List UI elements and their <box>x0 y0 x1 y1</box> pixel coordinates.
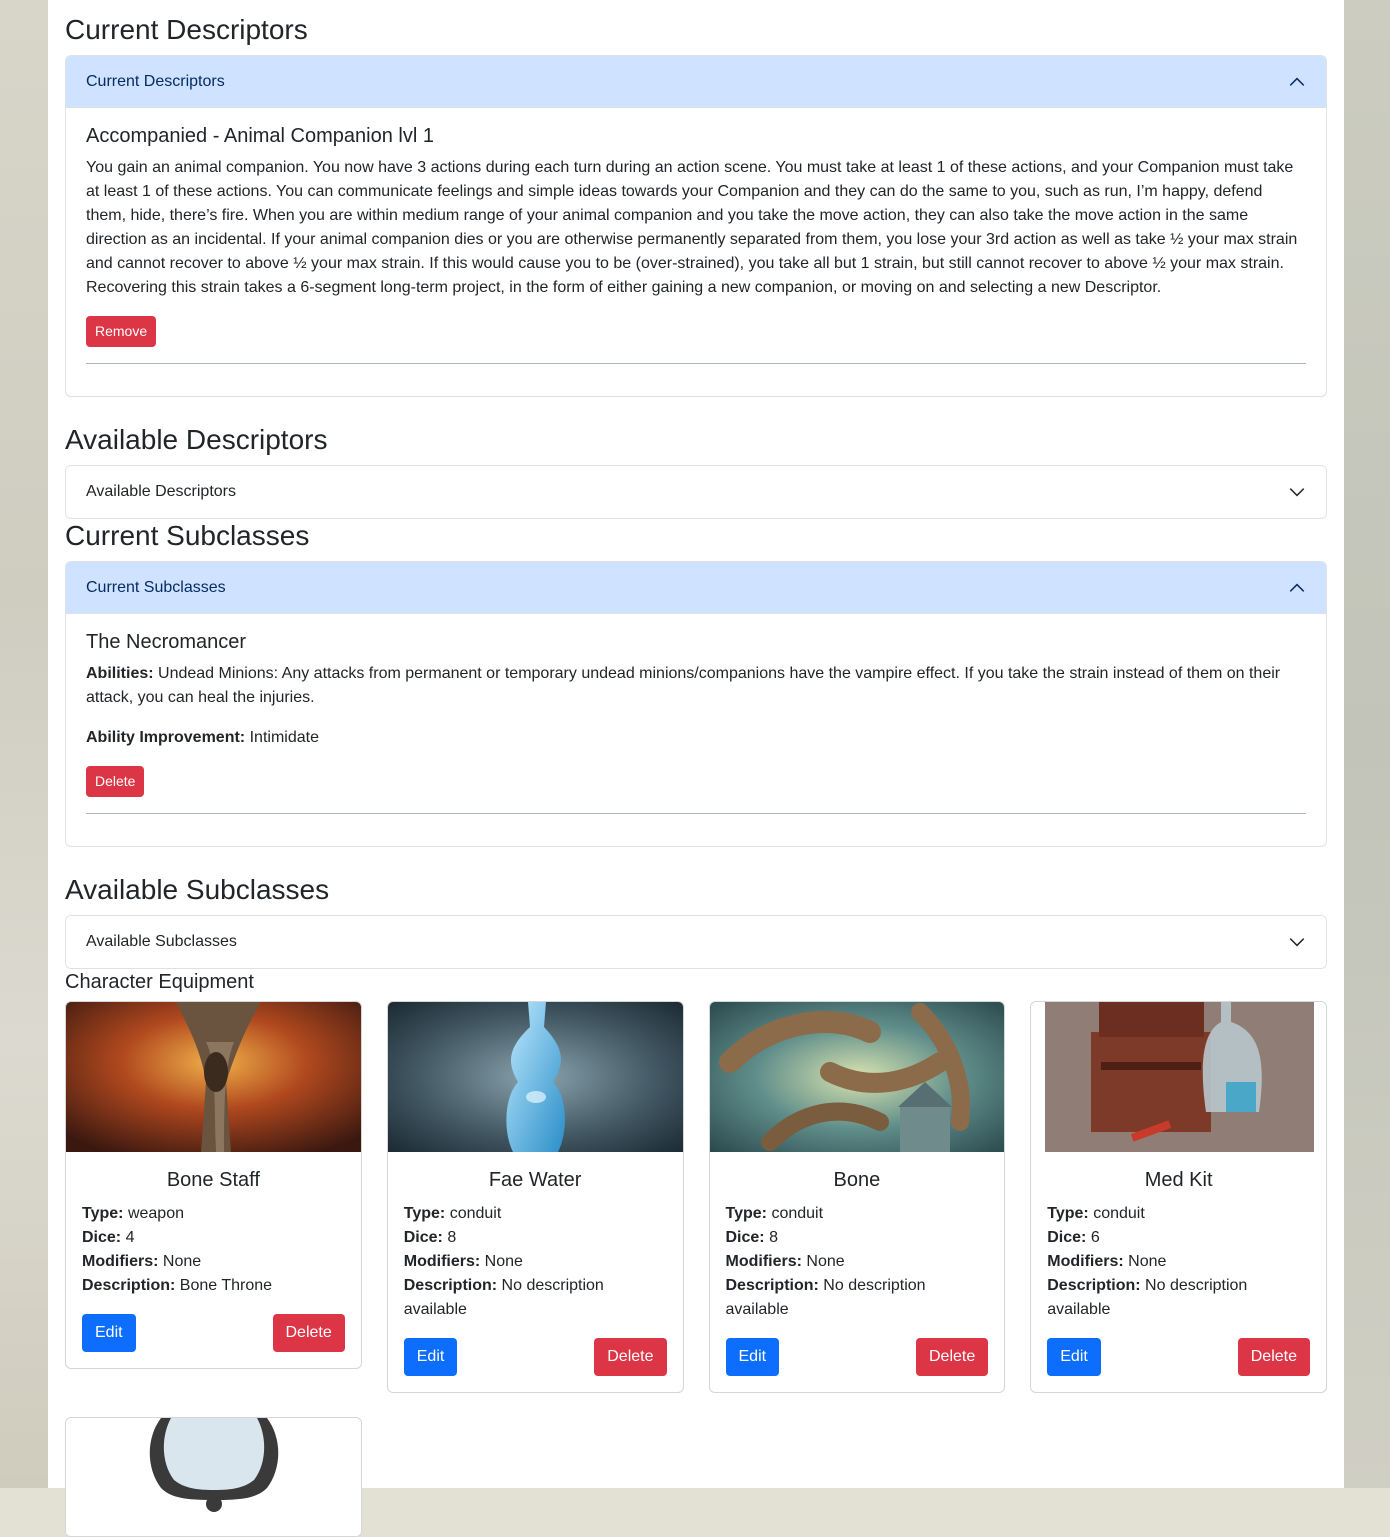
current-subclasses-title: Current Subclasses <box>65 520 310 551</box>
med-kit-image <box>1031 1002 1326 1152</box>
equipment-card: Bone Staff Type: weapon Dice: 4 Modifier… <box>65 1001 362 1369</box>
equipment-modifiers: Modifiers: None <box>725 1253 845 1270</box>
equipment-type: Type: conduit <box>1047 1205 1145 1222</box>
equipment-card: Med Kit Type: conduit Dice: 6 Modifiers:… <box>1030 1001 1327 1393</box>
available-subclasses-accordion: Available Subclasses <box>65 915 1327 969</box>
accordion-header-label: Available Descriptors <box>86 483 236 500</box>
current-subclasses-accordion: Current Subclasses The Necromancer Abili… <box>65 561 1327 847</box>
descriptor-description: You gain an animal companion. You now ha… <box>86 159 1298 296</box>
page-background-left <box>0 0 48 1488</box>
abilities-text: Undead Minions: Any attacks from permane… <box>86 665 1281 706</box>
remove-descriptor-button[interactable]: Remove <box>86 316 157 347</box>
equipment-description: Description: No description available <box>725 1277 926 1318</box>
abilities-label: Abilities: <box>86 665 154 682</box>
descriptor-title: Accompanied - Animal Companion lvl 1 <box>86 125 434 147</box>
equipment-dice: Dice: 6 <box>1047 1229 1100 1246</box>
available-descriptors-title: Available Descriptors <box>65 424 328 455</box>
edit-equipment-button[interactable]: Edit <box>82 1314 136 1352</box>
subclass-title: The Necromancer <box>86 631 247 653</box>
equipment-name: Fae Water <box>488 1169 582 1191</box>
divider <box>86 813 1306 814</box>
available-subclasses-accordion-header[interactable]: Available Subclasses <box>66 916 1326 968</box>
available-subclasses-title: Available Subclasses <box>65 874 330 905</box>
subclass-abilities: Abilities: Undead Minions: Any attacks f… <box>86 662 1306 710</box>
subclass-improvement: Ability Improvement: Intimidate <box>86 726 1306 750</box>
improvement-text: Intimidate <box>249 729 319 746</box>
edit-equipment-button[interactable]: Edit <box>1047 1338 1101 1376</box>
current-subclasses-accordion-header[interactable]: Current Subclasses <box>66 562 1326 614</box>
delete-equipment-button[interactable]: Delete <box>916 1338 989 1376</box>
equipment-dice: Dice: 8 <box>403 1229 457 1246</box>
equipment-name: Bone <box>833 1169 881 1191</box>
equipment-type: Type: conduit <box>403 1205 502 1222</box>
delete-subclass-button[interactable]: Delete <box>86 766 145 797</box>
edit-equipment-button[interactable]: Edit <box>725 1338 780 1376</box>
mirror-image <box>66 1418 361 1536</box>
chevron-down-icon <box>1289 938 1305 947</box>
equipment-name: Bone Staff <box>166 1169 260 1191</box>
available-descriptors-accordion: Available Descriptors <box>65 465 1327 519</box>
equipment-card: Bone Type: conduit Dice: 8 Modifiers: No… <box>708 1001 1006 1393</box>
current-descriptors-accordion: Current Descriptors Accompanied - Animal… <box>65 55 1327 397</box>
equipment-card <box>65 1417 362 1537</box>
accordion-header-label: Current Subclasses <box>86 578 226 596</box>
current-descriptors-accordion-header[interactable]: Current Descriptors <box>66 56 1326 108</box>
edit-equipment-button[interactable]: Edit <box>403 1338 458 1376</box>
current-descriptors-title: Current Descriptors <box>65 14 308 45</box>
equipment-cards: Bone Staff Type: weapon Dice: 4 Modifier… <box>65 1001 1327 1393</box>
equipment-dice: Dice: 4 <box>82 1229 135 1246</box>
equipment-modifiers: Modifiers: None <box>82 1253 202 1270</box>
available-descriptors-accordion-header[interactable]: Available Descriptors <box>66 466 1326 518</box>
delete-equipment-button[interactable]: Delete <box>594 1338 667 1376</box>
fae-water-image <box>387 1002 683 1152</box>
improvement-label: Ability Improvement: <box>86 729 246 746</box>
equipment-modifiers: Modifiers: None <box>403 1253 523 1270</box>
equipment-description: Description: Bone Throne <box>82 1277 273 1294</box>
accordion-header-label: Current Descriptors <box>86 72 225 90</box>
bone-image <box>709 1002 1005 1152</box>
equipment-name: Med Kit <box>1144 1169 1213 1191</box>
bone-staff-image <box>66 1002 361 1152</box>
equipment-description: Description: No description available <box>403 1277 604 1318</box>
chevron-down-icon <box>1289 488 1305 497</box>
accordion-header-label: Available Subclasses <box>86 933 237 950</box>
delete-equipment-button[interactable]: Delete <box>272 1314 345 1352</box>
descriptor-item: Accompanied - Animal Companion lvl 1 You… <box>66 108 1326 396</box>
equipment-dice: Dice: 8 <box>725 1229 778 1246</box>
chevron-up-icon <box>1289 583 1305 592</box>
page-background-right <box>1344 0 1390 1488</box>
equipment-modifiers: Modifiers: None <box>1047 1253 1167 1270</box>
delete-equipment-button[interactable]: Delete <box>1237 1338 1310 1376</box>
equipment-title: Character Equipment <box>65 971 254 993</box>
equipment-type: Type: conduit <box>725 1205 824 1222</box>
subclass-item: The Necromancer Abilities: Undead Minion… <box>66 614 1326 846</box>
main-container: Current Descriptors Current Descriptors … <box>48 0 1344 1537</box>
chevron-up-icon <box>1289 77 1305 86</box>
equipment-description: Description: No description available <box>1047 1277 1248 1318</box>
divider <box>86 363 1306 364</box>
equipment-card: Fae Water Type: conduit Dice: 8 Modifier… <box>386 1001 684 1393</box>
equipment-type: Type: weapon <box>82 1205 184 1222</box>
